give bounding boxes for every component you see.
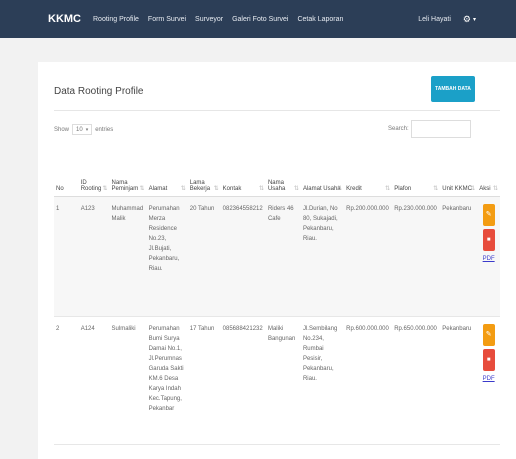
col-nama-peminjam[interactable]: Nama Peminjam ⇅	[109, 148, 147, 197]
cell-lama-bekerja: 20 Tahun	[187, 196, 221, 317]
cell-alamat: Perumahan Bumi Surya Damai No.1, Jl.Peru…	[146, 316, 188, 445]
nav-surveyor[interactable]: Surveyor	[195, 16, 223, 23]
action-group: ✎ ■ PDF	[479, 203, 498, 264]
sort-icon: ⇅	[102, 185, 108, 192]
nav-form-survei[interactable]: Form Survei	[148, 16, 186, 23]
cell-unit-kkmc: Pekanbaru	[440, 196, 478, 317]
cell-no: 1	[54, 196, 79, 317]
col-kredit-label: Kredit	[346, 185, 362, 192]
cell-kontak: 085688421232	[220, 316, 266, 445]
col-id-rooting-label: ID Rooting	[80, 179, 102, 192]
nav-cetak-laporan[interactable]: Cetak Laporan	[297, 16, 343, 23]
col-lama-bekerja[interactable]: Lama Bekerja ⇅	[187, 148, 221, 197]
col-unit-kkmc[interactable]: Unit KKMC ⇅	[440, 148, 478, 197]
sort-icon: ⇅	[470, 185, 476, 192]
add-data-button[interactable]: TAMBAH DATA	[431, 76, 475, 102]
cell-alamat-usaha: Jl.Sembilang No.234, Rumbai Pesisir, Pek…	[300, 316, 345, 445]
cell-aksi: ✎ ■ PDF	[477, 196, 500, 317]
col-unit-kkmc-label: Unit KKMC	[442, 185, 472, 192]
edit-button[interactable]: ✎	[482, 203, 495, 226]
entries-label: entries	[95, 126, 114, 133]
cell-id-rooting: A123	[78, 196, 110, 317]
col-nama-usaha[interactable]: Nama Usaha ⇅	[265, 148, 301, 197]
show-entries: Show 10 ▾ entries	[54, 124, 113, 135]
pdf-link[interactable]: PDF	[483, 254, 495, 264]
cell-nama-peminjam: Sulmaliki	[109, 316, 147, 445]
cell-nama-usaha: Maliki Bangunan	[265, 316, 301, 445]
table-row: 1 A123 Muhammad Malik Perumahan Merza Re…	[54, 196, 500, 317]
entries-select-value: 10	[76, 126, 83, 133]
nav-rooting-profile[interactable]: Rooting Profile	[93, 16, 139, 23]
col-no-label: No	[56, 185, 64, 192]
search-input[interactable]	[410, 120, 471, 138]
col-alamat-label: Alamat	[148, 185, 168, 192]
delete-button[interactable]: ■	[482, 348, 495, 371]
user-name[interactable]: Leli Hayati	[418, 16, 451, 23]
sort-icon: ⇅	[385, 185, 391, 192]
cell-lama-bekerja: 17 Tahun	[187, 316, 221, 445]
table-row: 2 A124 Sulmaliki Perumahan Bumi Surya Da…	[54, 316, 500, 445]
entries-select[interactable]: 10 ▾	[72, 124, 93, 135]
cell-alamat-usaha: Jl.Durian, No 80, Sukajadi, Pekanbaru, R…	[300, 196, 345, 317]
col-alamat-usaha[interactable]: Alamat Usaha ⇅	[300, 148, 345, 197]
sort-icon: ⇅	[258, 185, 264, 192]
sort-icon: ⇅	[213, 185, 219, 192]
cell-no: 2	[54, 316, 79, 445]
action-group: ✎ ■ PDF	[479, 323, 498, 384]
pencil-icon: ✎	[485, 210, 492, 218]
col-kontak[interactable]: Kontak ⇅	[220, 148, 266, 197]
cell-kredit: Rp.600.000.000	[344, 316, 393, 445]
cell-kontak: 082364558212	[220, 196, 266, 317]
sort-icon: ⇅	[492, 185, 498, 192]
trash-icon: ■	[486, 356, 491, 363]
col-aksi-label: Aksi	[479, 185, 491, 192]
cell-unit-kkmc: Pekanbaru	[440, 316, 478, 445]
col-kontak-label: Kontak	[222, 185, 242, 192]
search-row: Search:	[388, 120, 471, 138]
nav-right: Leli Hayati ⚙ ▾	[418, 0, 476, 38]
cell-id-rooting: A124	[78, 316, 110, 445]
chevron-down-icon: ▾	[85, 126, 89, 133]
page-title: Data Rooting Profile	[54, 86, 144, 97]
data-panel: Data Rooting Profile TAMBAH DATA Show 10…	[38, 62, 516, 459]
delete-button[interactable]: ■	[482, 228, 495, 251]
col-alamat[interactable]: Alamat ⇅	[146, 148, 188, 197]
nav-galeri-foto[interactable]: Galeri Foto Survei	[232, 16, 288, 23]
cell-plafon: Rp.650.000.000	[392, 316, 441, 445]
col-lama-bekerja-label: Lama Bekerja	[189, 179, 211, 192]
pdf-link[interactable]: PDF	[483, 374, 495, 384]
sort-icon: ⇅	[433, 185, 439, 192]
table-header-row: No ID Rooting ⇅ Nama Peminjam ⇅ Alamat ⇅ La…	[54, 148, 500, 197]
col-nama-peminjam-label: Nama Peminjam	[111, 179, 139, 192]
sort-icon: ⇅	[180, 185, 186, 192]
search-label: Search:	[388, 126, 409, 132]
cell-alamat: Perumahan Merza Residence No.23, Jl.Buja…	[146, 196, 188, 317]
data-table: No ID Rooting ⇅ Nama Peminjam ⇅ Alamat ⇅ La…	[54, 148, 500, 445]
col-no[interactable]: No	[54, 148, 79, 197]
col-kredit[interactable]: Kredit ⇅	[344, 148, 393, 197]
brand-logo[interactable]: KKMC	[48, 13, 81, 25]
col-plafon-label: Plafon	[394, 185, 412, 192]
col-id-rooting[interactable]: ID Rooting ⇅	[78, 148, 110, 197]
sort-icon: ⇅	[293, 185, 299, 192]
col-aksi[interactable]: Aksi ⇅	[477, 148, 500, 197]
cell-nama-peminjam: Muhammad Malik	[109, 196, 147, 317]
cell-aksi: ✎ ■ PDF	[477, 316, 500, 445]
cell-plafon: Rp.230.000.000	[392, 196, 441, 317]
sort-icon: ⇅	[337, 185, 343, 192]
edit-button[interactable]: ✎	[482, 323, 495, 346]
top-navbar: KKMC Rooting Profile Form Survei Surveyo…	[0, 0, 516, 38]
chevron-down-icon[interactable]: ▾	[473, 16, 476, 23]
col-plafon[interactable]: Plafon ⇅	[392, 148, 441, 197]
col-alamat-usaha-label: Alamat Usaha	[302, 185, 341, 192]
pencil-icon: ✎	[485, 330, 492, 338]
col-nama-usaha-label: Nama Usaha	[267, 179, 286, 192]
sort-icon: ⇅	[139, 185, 145, 192]
trash-icon: ■	[486, 236, 491, 243]
divider	[54, 110, 500, 111]
show-label: Show	[54, 126, 70, 133]
gear-icon[interactable]: ⚙	[463, 14, 471, 25]
cell-kredit: Rp.200.000.000	[344, 196, 393, 317]
cell-nama-usaha: Riders 46 Cafe	[265, 196, 301, 317]
